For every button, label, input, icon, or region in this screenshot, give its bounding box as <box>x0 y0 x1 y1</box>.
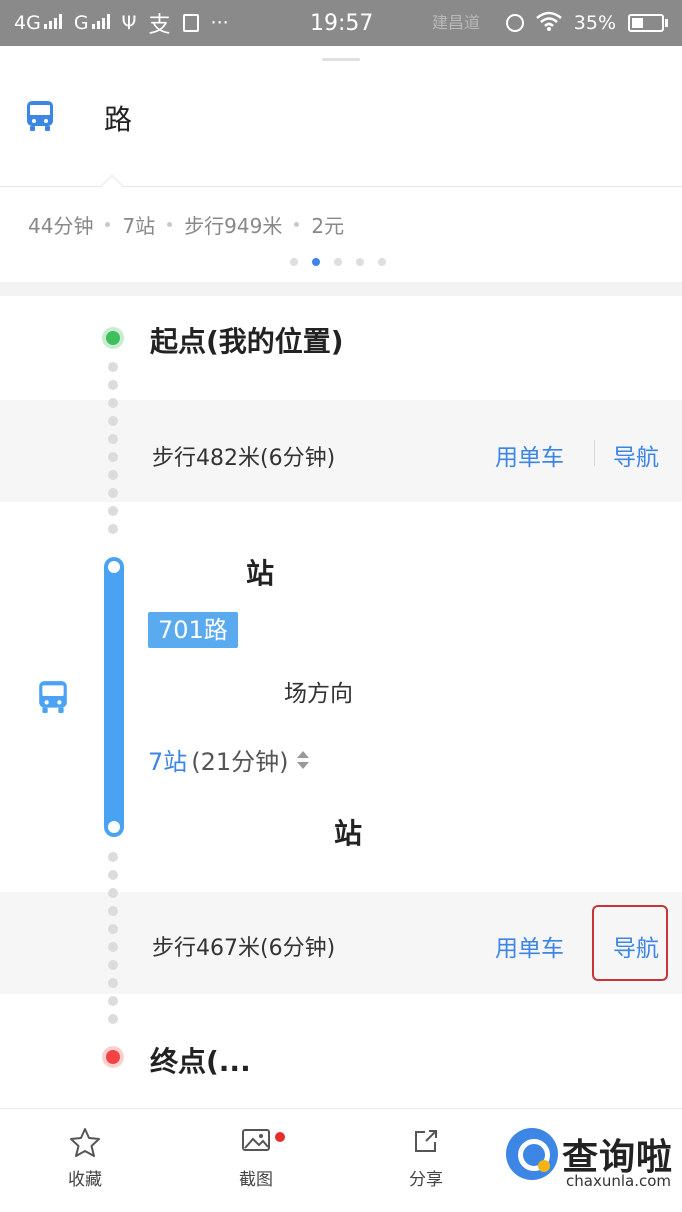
walk-1-text: 步行482米(6分钟) <box>152 446 336 471</box>
alipay-icon: 支 <box>148 13 171 38</box>
signal-icon <box>43 13 62 29</box>
watermark-text: 建昌道 <box>432 13 481 32</box>
carrier-2: G <box>74 12 110 34</box>
battery-percent: 35% <box>573 12 616 34</box>
start-label: 起点(我的位置) <box>150 325 344 358</box>
ride-stops[interactable]: 7站 (21分钟) <box>148 742 311 777</box>
signal-icon <box>91 13 110 29</box>
end-label: 终点(... <box>150 1045 251 1078</box>
summary-stops: 7站 <box>122 214 156 238</box>
notification-icon <box>182 14 199 32</box>
summary-duration: 44分钟 <box>28 214 94 238</box>
star-icon <box>45 1127 125 1157</box>
bus-route-bar <box>104 557 124 837</box>
alight-station: 站 <box>334 817 363 850</box>
walk-step-1 <box>0 400 682 502</box>
navigate-highlight-box <box>592 905 668 981</box>
timeline-dots <box>108 362 118 534</box>
summary-walk: 步行949米 <box>184 214 283 238</box>
battery-icon <box>628 14 668 32</box>
status-right: 35% <box>505 0 668 46</box>
board-station: 站 <box>246 557 275 590</box>
search-logo-icon <box>506 1128 558 1180</box>
favorite-label: 收藏 <box>68 1170 102 1190</box>
nfc-icon <box>505 14 524 32</box>
screenshot-label: 截图 <box>239 1170 273 1190</box>
expand-toggle-icon[interactable] <box>295 748 311 772</box>
status-left: 4G G Ψ 支 ··· <box>14 0 229 46</box>
pager-dot[interactable] <box>290 258 298 266</box>
favorite-button[interactable]: 收藏 <box>45 1127 125 1190</box>
carrier-1: 4G <box>14 12 62 34</box>
route-tab-title[interactable]: 路 <box>104 98 132 138</box>
ride-duration: (21分钟) <box>191 748 289 776</box>
pager-dot-active[interactable] <box>312 258 320 266</box>
more-icon: ··· <box>210 12 229 34</box>
ride-stop-count[interactable]: 7站 <box>148 742 187 777</box>
action-separator <box>594 440 595 466</box>
bus-icon <box>38 680 68 718</box>
usb-icon: Ψ <box>121 12 137 34</box>
bus-direction: 场方向 <box>284 681 353 707</box>
pager-dot[interactable] <box>356 258 364 266</box>
walk-2-text: 步行467米(6分钟) <box>152 936 336 961</box>
route-pager[interactable] <box>290 258 386 266</box>
bike-button-2[interactable]: 用单车 <box>495 929 564 963</box>
wifi-icon <box>535 11 562 36</box>
new-badge-dot <box>275 1132 285 1142</box>
start-marker <box>102 327 124 349</box>
status-bar: 4G G Ψ 支 ··· 19:57 建昌道 35% <box>0 0 682 46</box>
tab-indicator-notch <box>100 174 124 198</box>
section-gap <box>0 282 682 296</box>
logo-url: chaxunla.com <box>566 1172 671 1190</box>
bike-button-1[interactable]: 用单车 <box>495 438 564 472</box>
drag-handle[interactable] <box>322 58 360 61</box>
end-marker <box>102 1046 124 1068</box>
summary-price: 2元 <box>311 214 345 238</box>
bus-line-badge[interactable]: 701路 <box>148 612 238 648</box>
route-summary: 44分钟 7站 步行949米 2元 <box>28 210 344 239</box>
pager-dot[interactable] <box>334 258 342 266</box>
timeline-dots <box>108 852 118 1024</box>
clock: 19:57 <box>310 10 374 36</box>
image-icon <box>216 1127 296 1157</box>
bus-icon <box>26 100 54 136</box>
share-label: 分享 <box>409 1170 443 1190</box>
navigate-button-1[interactable]: 导航 <box>613 438 659 472</box>
share-icon <box>386 1127 466 1157</box>
walk-step-2 <box>0 892 682 994</box>
watermark-logo: 查询啦 chaxunla.com <box>506 1126 678 1196</box>
share-button[interactable]: 分享 <box>386 1127 466 1190</box>
pager-dot[interactable] <box>378 258 386 266</box>
